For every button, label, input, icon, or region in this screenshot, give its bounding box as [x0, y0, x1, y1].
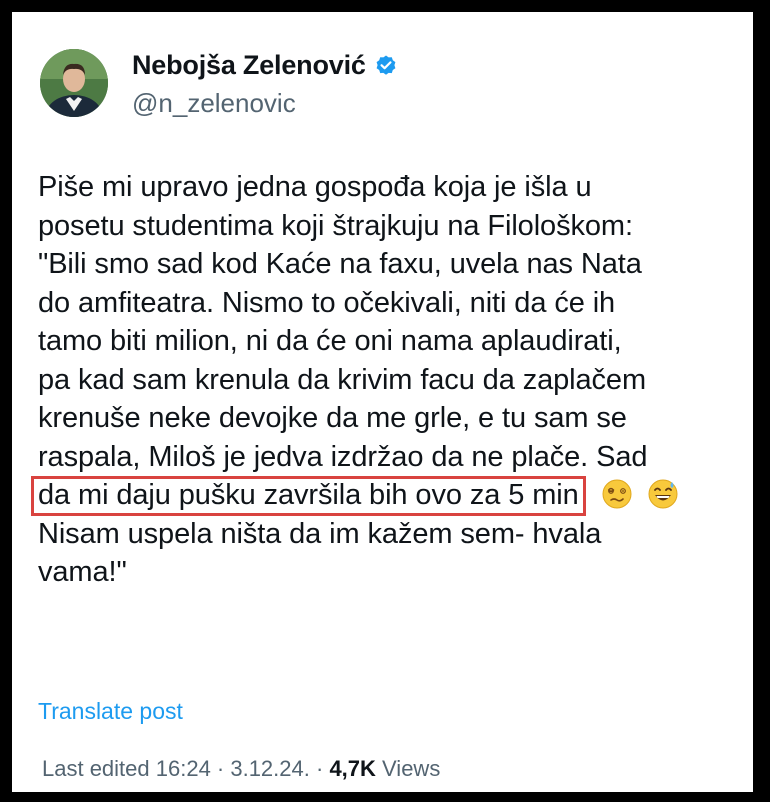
edited-timestamp[interactable]: Last edited 16:24 · 3.12.24.: [42, 756, 310, 781]
tweet-line: pa kad sam krenula da krivim facu da zap…: [38, 363, 647, 396]
tweet-line: do amfiteatra. Nismo to očekivali, niti …: [38, 286, 616, 319]
views-label: Views: [375, 756, 441, 781]
tweet-line: tamo biti milion, ni da će oni nama apla…: [38, 325, 622, 357]
author-name[interactable]: Nebojša Zelenović: [132, 50, 366, 81]
tweet-text: Piše mi upravo jedna gospođa koja je išl…: [31, 168, 738, 592]
translate-post-link[interactable]: Translate post: [38, 698, 183, 725]
tweet-line: "Bili smo sad kod Kaće na faxu, uvela na…: [38, 248, 642, 280]
meta-separator: ·: [309, 756, 330, 781]
tweet-meta: Last edited 16:24 · 3.12.24. · 4,7K View…: [42, 756, 440, 782]
woozy-face-icon: [602, 479, 632, 509]
tweet-line: Nisam uspela ništa da im kažem sem- hval…: [38, 517, 602, 550]
author-handle[interactable]: @n_zelenovic: [132, 88, 398, 119]
avatar[interactable]: [40, 49, 108, 117]
author-name-row: Nebojša Zelenović: [132, 48, 398, 84]
tweet-line: krenuše neke devojke da me grle, e tu sa…: [38, 402, 627, 434]
grinning-sweat-face-icon: [648, 479, 678, 509]
tweet-line: posetu studentima koji štrajkuju na Filo…: [38, 209, 633, 242]
tweet-line: vama!": [38, 556, 127, 588]
author-identity: Nebojša Zelenović @n_zelenovic: [132, 48, 398, 119]
tweet-line: Piše mi upravo jedna gospođa koja je išl…: [38, 171, 592, 203]
verified-badge-icon[interactable]: [374, 54, 398, 78]
tweet-line: raspala, Miloš je jedva izdržao da ne pl…: [38, 440, 648, 473]
tweet-card: Nebojša Zelenović @n_zelenovic Piše mi u…: [12, 12, 753, 792]
views-count[interactable]: 4,7K: [329, 756, 375, 781]
tweet-header: Nebojša Zelenović @n_zelenovic: [40, 42, 398, 124]
highlighted-phrase: da mi daju pušku završila bih ovo za 5 m…: [31, 476, 586, 516]
highlighted-line-row: da mi daju pušku završila bih ovo za 5 m…: [31, 476, 738, 516]
